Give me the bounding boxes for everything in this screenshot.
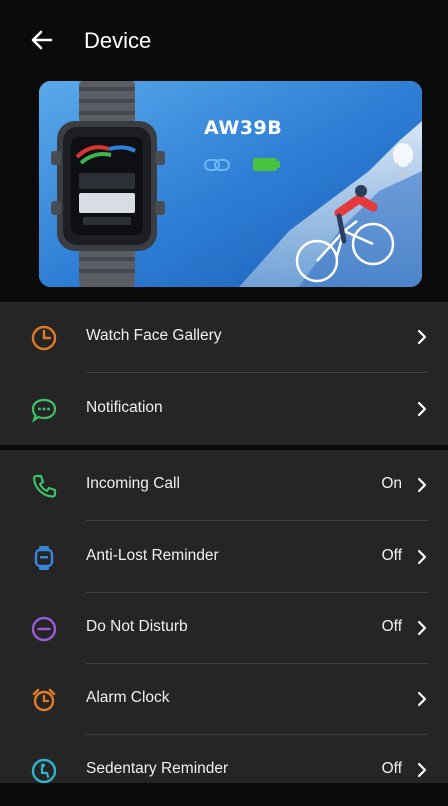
phone-icon <box>32 474 57 498</box>
incoming-call-row[interactable]: Incoming Call On <box>0 450 448 521</box>
status-value: Off <box>381 618 402 635</box>
chevron-right-icon <box>417 762 427 778</box>
row-label: Do Not Disturb <box>86 618 188 635</box>
do-not-disturb-row[interactable]: Do Not Disturb Off <box>0 593 448 664</box>
device-banner: AW39B <box>39 81 422 287</box>
status-value: Off <box>381 760 402 777</box>
chevron-right-icon <box>417 620 427 636</box>
top-bar: Device <box>0 0 448 80</box>
device-name: AW39B <box>204 117 283 139</box>
alarm-clock-row[interactable]: Alarm Clock <box>0 664 448 735</box>
row-label: Sedentary Reminder <box>86 760 229 777</box>
settings-group-2: Incoming Call On Anti-Lost Reminder Off … <box>0 450 448 784</box>
alarm-clock-icon <box>32 688 56 712</box>
sedentary-reminder-row[interactable]: Sedentary Reminder Off <box>0 735 448 806</box>
row-label: Alarm Clock <box>86 689 170 706</box>
divider <box>86 520 428 521</box>
arrow-left-icon <box>31 30 53 50</box>
divider <box>86 372 428 373</box>
anti-lost-reminder-row[interactable]: Anti-Lost Reminder Off <box>0 522 448 593</box>
chat-bubble-icon <box>31 398 57 423</box>
chevron-right-icon <box>417 401 427 417</box>
device-illustration <box>39 81 422 287</box>
clock-icon <box>31 325 57 351</box>
row-label: Notification <box>86 399 163 416</box>
status-value: On <box>381 475 402 492</box>
back-button[interactable] <box>28 26 56 54</box>
sedentary-icon <box>31 758 57 784</box>
page-title: Device <box>84 28 152 53</box>
chevron-right-icon <box>417 691 427 707</box>
settings-group-1: Watch Face Gallery Notification <box>0 302 448 445</box>
watch-icon <box>34 546 54 570</box>
watch-face-gallery-row[interactable]: Watch Face Gallery <box>0 302 448 373</box>
row-label: Anti-Lost Reminder <box>86 547 219 564</box>
status-value: Off <box>381 547 402 564</box>
chevron-right-icon <box>417 477 427 493</box>
do-not-disturb-icon <box>31 616 57 642</box>
row-label: Watch Face Gallery <box>86 327 222 344</box>
row-label: Incoming Call <box>86 475 180 492</box>
chevron-right-icon <box>417 549 427 565</box>
chevron-right-icon <box>417 329 427 345</box>
battery-icon <box>253 158 280 171</box>
notification-row[interactable]: Notification <box>0 374 448 445</box>
